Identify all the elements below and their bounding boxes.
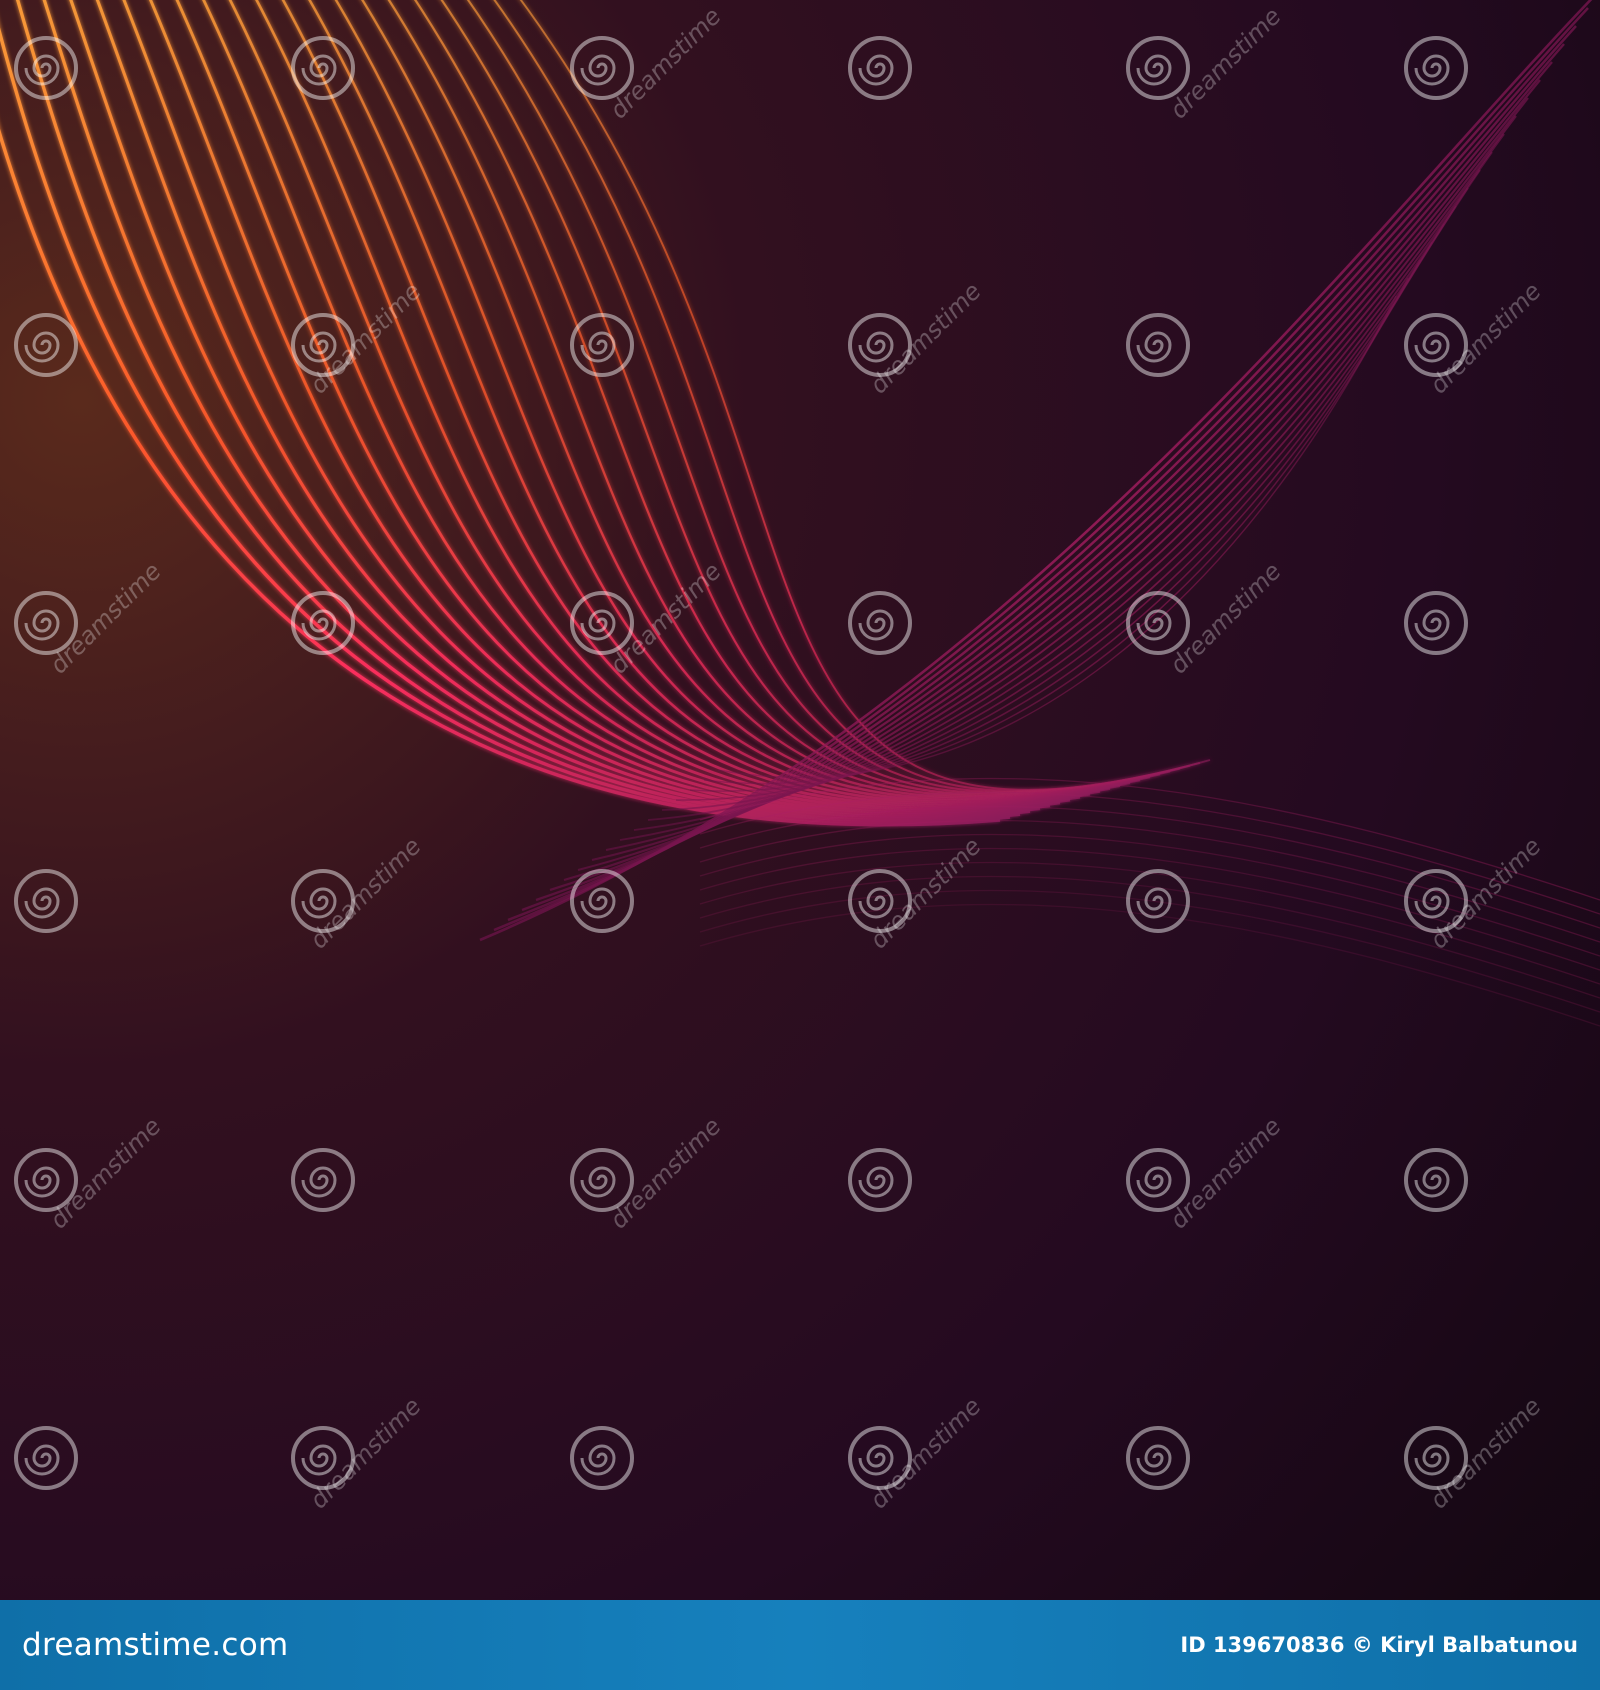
footer-credit: ID 139670836 © Kiryl Balbatunou xyxy=(1180,1633,1578,1657)
stock-image: dreamstime dreamstime dreamstime dreamstime… xyxy=(0,0,1600,1690)
image-id: ID 139670836 xyxy=(1180,1633,1345,1657)
footer-brand-text[interactable]: dreamstime.com xyxy=(22,1627,288,1663)
author-name: Kiryl Balbatunou xyxy=(1380,1633,1578,1657)
abstract-wave-artwork: dreamstime dreamstimedreamstime dreamstime… xyxy=(0,0,1600,1600)
copyright-icon: © xyxy=(1351,1633,1373,1657)
footer-bar: dreamstime.com ID 139670836 © Kiryl Balb… xyxy=(0,1600,1600,1690)
